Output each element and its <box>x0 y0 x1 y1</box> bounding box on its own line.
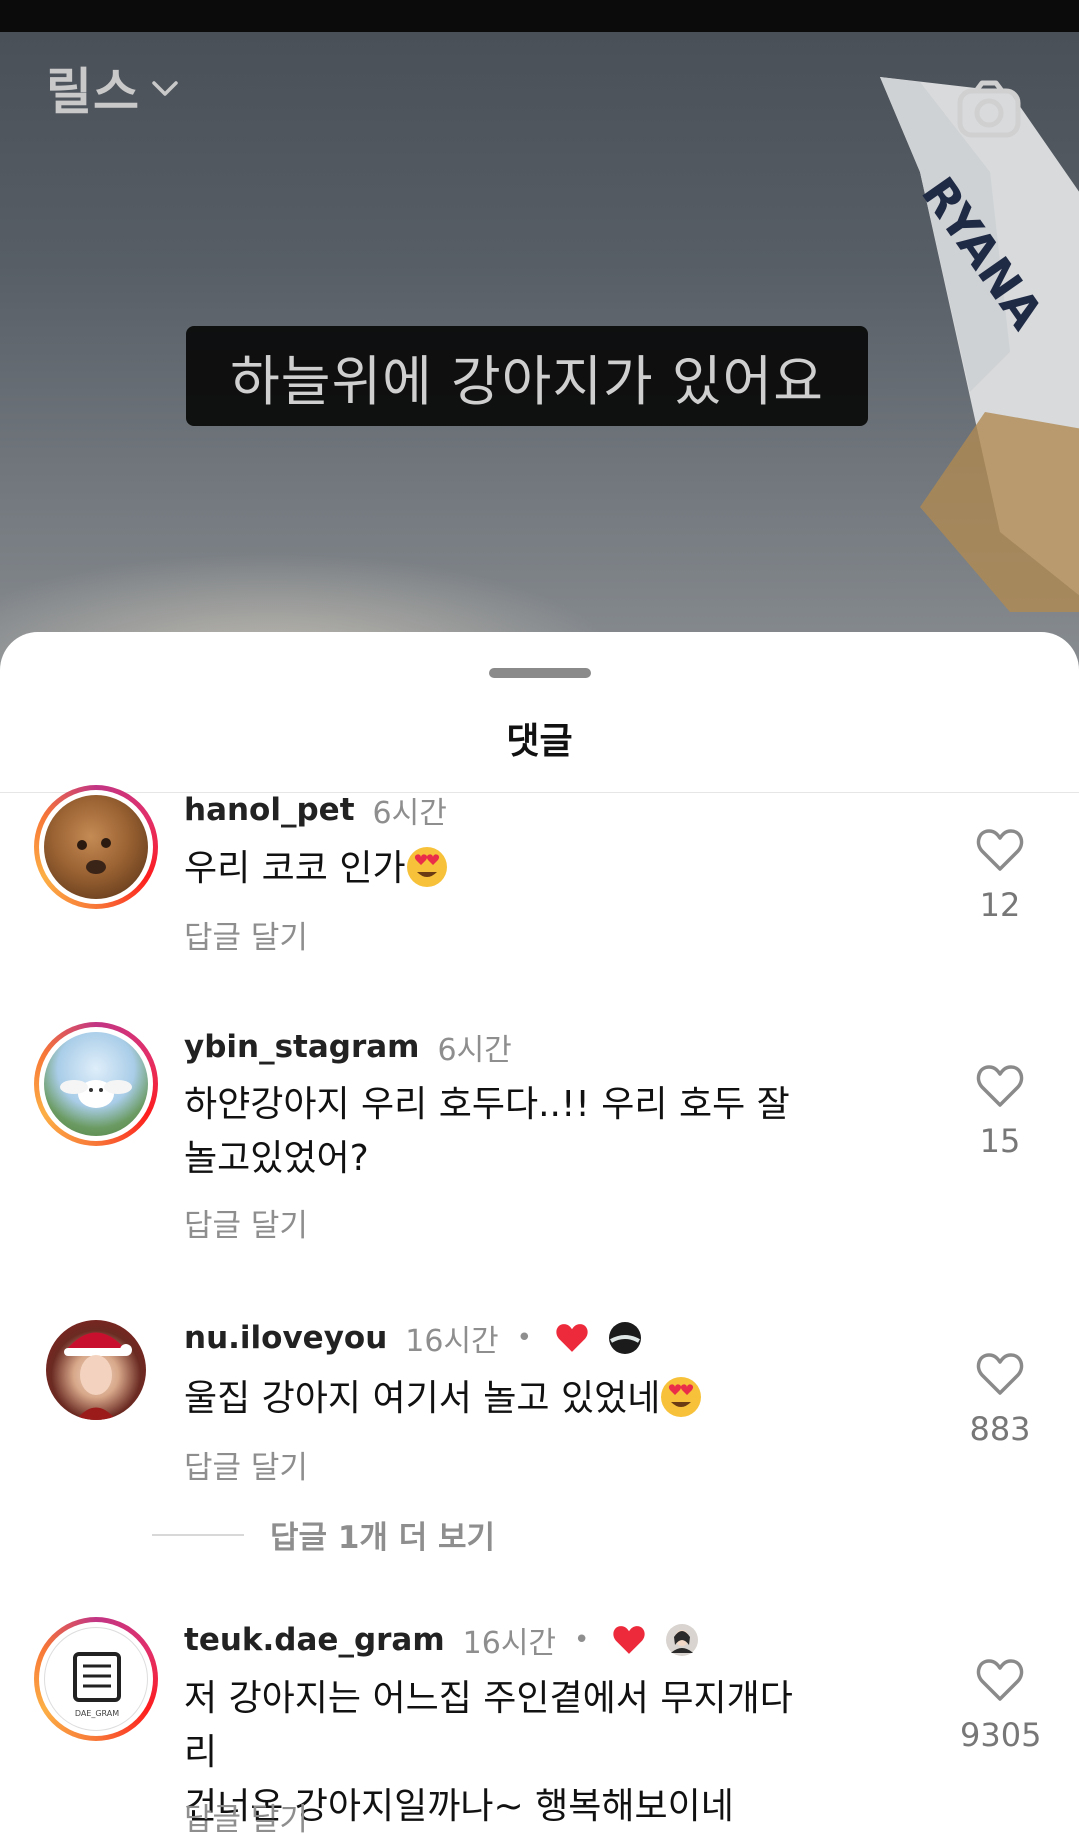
comment-text: 하얀강아지 우리 호두다..!! 우리 호두 잘 놀고있었어? <box>184 1084 790 1179</box>
heart-filled-icon <box>613 1626 646 1654</box>
like-count: 12 <box>979 886 1021 924</box>
reels-title: 릴스 <box>46 63 140 121</box>
separator-dot: • <box>574 1625 590 1655</box>
view-more-replies-label: 답글 1개 더 보기 <box>270 1520 496 1556</box>
reply-button[interactable]: 답글 달기 <box>184 1794 308 1834</box>
reels-dropdown[interactable]: 릴스 <box>46 52 180 124</box>
comment-time: 6시간 <box>372 796 447 831</box>
like-button[interactable]: 12 <box>960 828 1040 924</box>
like-count: 15 <box>979 1122 1021 1160</box>
comment-username[interactable]: ybin_stagram <box>184 1029 419 1065</box>
drag-handle[interactable] <box>489 668 591 678</box>
status-bar <box>0 0 1079 32</box>
comment-username[interactable]: teuk.dae_gram <box>184 1622 445 1658</box>
like-button[interactable]: 15 <box>960 1064 1040 1160</box>
avatar[interactable] <box>34 1022 158 1146</box>
view-more-replies-button[interactable]: 답글 1개 더 보기 <box>152 1512 495 1557</box>
reel-video[interactable]: RYANA 릴스 하늘위에 강아지가 있어요 <box>0 32 1079 692</box>
camera-icon[interactable] <box>956 79 1022 145</box>
comments-sheet: 댓글 hanol_pet 6시간 우리 코코 인가 답글 달기 12 ybin_… <box>0 632 1079 1834</box>
reply-button[interactable]: 답글 달기 <box>184 912 308 957</box>
reply-button[interactable]: 답글 달기 <box>184 1200 308 1245</box>
avatar-logo-text: DAE_GRAM <box>75 1709 119 1718</box>
video-caption: 하늘위에 강아지가 있어요 <box>186 326 868 426</box>
caption-text: 하늘위에 강아지가 있어요 <box>230 349 824 413</box>
comment-text: 울집 강아지 여기서 놀고 있었네 <box>184 1372 824 1426</box>
header-divider <box>0 792 1079 793</box>
comment-time: 16시간 <box>462 1626 557 1661</box>
like-button[interactable]: 883 <box>960 1352 1040 1448</box>
like-button[interactable]: 9305 <box>960 1658 1042 1754</box>
like-count: 9305 <box>960 1716 1042 1754</box>
heart-outline-icon <box>976 1065 1024 1107</box>
airplane-tail: RYANA <box>880 77 1079 612</box>
avatar[interactable] <box>34 785 158 909</box>
comment-time: 6시간 <box>437 1033 512 1068</box>
reply-button[interactable]: 답글 달기 <box>184 1442 308 1487</box>
heart-filled-icon <box>556 1324 588 1352</box>
replies-divider-line <box>152 1533 244 1536</box>
like-count: 883 <box>969 1410 1031 1448</box>
comment-username[interactable]: hanol_pet <box>184 792 355 828</box>
heart-eyes-emoji-icon <box>661 1377 702 1417</box>
heart-outline-icon <box>976 1353 1024 1395</box>
creator-avatar-icon <box>666 1624 699 1656</box>
heart-outline-icon <box>976 829 1024 871</box>
heart-eyes-emoji-icon <box>406 847 447 887</box>
sheet-title: 댓글 <box>506 721 573 762</box>
heart-outline-icon <box>976 1659 1024 1701</box>
chevron-down-icon <box>152 81 178 96</box>
comment-text: 우리 코코 인가 <box>184 842 824 896</box>
separator-dot: • <box>516 1323 532 1353</box>
comment-time: 16시간 <box>405 1324 499 1359</box>
comment-username[interactable]: nu.iloveyou <box>184 1320 387 1356</box>
creator-avatar-icon <box>609 1322 641 1354</box>
avatar[interactable] <box>46 1320 146 1420</box>
avatar[interactable]: DAE_GRAM <box>34 1617 158 1741</box>
